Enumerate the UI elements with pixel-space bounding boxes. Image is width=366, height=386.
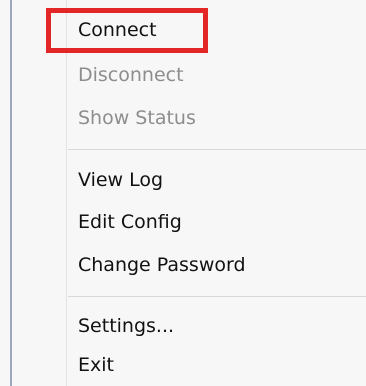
menu-item-label: Exit <box>78 354 114 376</box>
menu-separator <box>68 149 366 150</box>
menu-item-change-password[interactable]: Change Password <box>12 247 364 283</box>
menu-item-view-log[interactable]: View Log <box>12 162 364 198</box>
menu-item-label: Settings... <box>78 315 175 337</box>
menu-item-disconnect: Disconnect <box>12 57 364 93</box>
menu-item-label: Show Status <box>78 107 196 129</box>
menu-item-label: Edit Config <box>78 211 182 233</box>
menu-item-edit-config[interactable]: Edit Config <box>12 204 364 240</box>
menu-item-label: Change Password <box>78 254 246 276</box>
menu-item-exit[interactable]: Exit <box>12 347 364 383</box>
menu-item-settings[interactable]: Settings... <box>12 308 364 344</box>
menu-item-label: Disconnect <box>78 64 184 86</box>
menu-separator <box>68 296 366 297</box>
menu-item-show-status: Show Status <box>12 100 364 136</box>
menu-item-label: View Log <box>78 169 164 191</box>
context-menu: Connect Disconnect Show Status View Log … <box>0 0 366 386</box>
highlight-box <box>46 8 208 53</box>
